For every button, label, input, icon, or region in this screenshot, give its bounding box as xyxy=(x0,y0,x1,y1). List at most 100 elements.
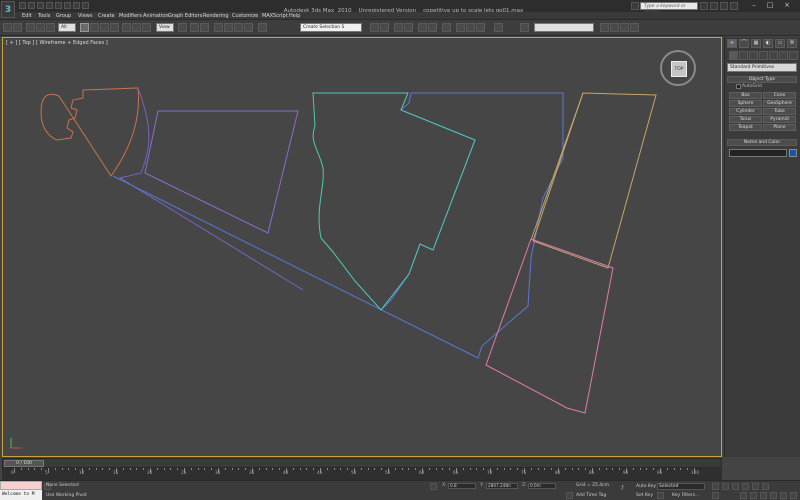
go-to-start-icon[interactable] xyxy=(712,483,719,490)
menu-modifiers[interactable]: Modifiers xyxy=(119,13,142,19)
viewcube[interactable]: TOP xyxy=(660,50,696,86)
object-type-rollout[interactable]: Object Type xyxy=(727,76,797,83)
rectangular-selection-icon[interactable] xyxy=(100,23,109,32)
zoom-icon[interactable] xyxy=(740,492,747,499)
menu-tools[interactable]: Tools xyxy=(38,13,50,19)
maxscript-listener-pink[interactable] xyxy=(0,481,42,490)
select-rotate-icon[interactable] xyxy=(132,23,141,32)
plane-button[interactable]: Plane xyxy=(763,124,796,131)
cameras-icon[interactable] xyxy=(759,51,768,60)
key-mode-toggle-icon[interactable] xyxy=(762,483,769,490)
select-move-icon[interactable] xyxy=(122,23,131,32)
keyboard-shortcut-override-icon[interactable] xyxy=(200,23,209,32)
pivot-center-icon[interactable] xyxy=(178,23,187,32)
key-icon[interactable]: ⚷ xyxy=(620,485,630,491)
menu-rendering[interactable]: Rendering xyxy=(203,13,229,19)
subscription-icon[interactable] xyxy=(710,2,718,10)
link-icon[interactable] xyxy=(26,23,35,32)
menu-group[interactable]: Group xyxy=(56,13,71,19)
shape-orange-curved[interactable] xyxy=(40,87,140,177)
spacewarps-icon[interactable] xyxy=(779,51,788,60)
shape-tan-divider[interactable] xyxy=(530,92,584,241)
previous-frame-icon[interactable] xyxy=(722,483,729,490)
shape-blue-right[interactable] xyxy=(112,92,564,359)
z-coordinate-field[interactable]: 0.0m xyxy=(528,483,556,489)
angle-snap-icon[interactable] xyxy=(224,23,233,32)
hierarchy-tab[interactable]: ▦ xyxy=(751,39,761,48)
set-key-icon[interactable] xyxy=(657,492,664,499)
material-editor-icon[interactable] xyxy=(442,23,451,32)
display-tab[interactable]: ▭ xyxy=(775,39,785,48)
utilities-tab[interactable]: ⚒ xyxy=(787,39,797,48)
select-scale-icon[interactable] xyxy=(142,23,151,32)
menu-create[interactable]: Create xyxy=(98,13,115,19)
sphere-button[interactable]: Sphere xyxy=(729,100,762,107)
x-coordinate-field[interactable]: 0.8 xyxy=(448,483,476,489)
menu-maxscript[interactable]: MAXScript xyxy=(262,13,288,19)
layer-new-icon[interactable] xyxy=(600,23,609,32)
spinner-snap-icon[interactable] xyxy=(244,23,253,32)
selection-filter-dropdown[interactable]: All xyxy=(58,23,76,32)
zoom-all-icon[interactable] xyxy=(750,492,757,499)
torus-button[interactable]: Torus xyxy=(729,116,762,123)
binoculars-icon[interactable] xyxy=(700,2,708,10)
shape-purple-lower[interactable] xyxy=(118,87,304,291)
time-slider[interactable]: 0 / 100 xyxy=(2,458,722,468)
time-tag-icon[interactable] xyxy=(566,492,573,499)
shapes-icon[interactable] xyxy=(739,51,748,60)
lights-icon[interactable] xyxy=(749,51,758,60)
layer-dropdown[interactable] xyxy=(534,23,594,32)
render-setup-icon[interactable] xyxy=(456,23,465,32)
shape-teal-center[interactable] xyxy=(312,92,476,311)
layer-set-current-icon[interactable] xyxy=(630,23,639,32)
orbit-icon[interactable] xyxy=(790,492,797,499)
viewport-top[interactable]: [ + ] [ Top ] [ Wireframe + Edged Faces … xyxy=(2,37,722,457)
search-arrow-icon[interactable] xyxy=(631,2,639,10)
auto-key-button[interactable]: Auto Key xyxy=(636,484,656,489)
select-by-name-icon[interactable] xyxy=(90,23,99,32)
unlink-icon[interactable] xyxy=(36,23,45,32)
play-icon[interactable] xyxy=(732,483,739,490)
cylinder-button[interactable]: Cylinder xyxy=(729,108,762,115)
graphite-ribbon-icon[interactable] xyxy=(404,23,413,32)
close-button[interactable]: × xyxy=(781,1,793,10)
menu-edit[interactable]: Edit xyxy=(22,13,32,19)
go-to-end-icon[interactable] xyxy=(752,483,759,490)
viewcube-top-face[interactable]: TOP xyxy=(671,61,687,77)
autogrid-checkbox[interactable] xyxy=(736,84,741,89)
menu-views[interactable]: Views xyxy=(78,13,92,19)
time-config-icon[interactable] xyxy=(712,492,719,499)
percent-snap-icon[interactable] xyxy=(234,23,243,32)
object-name-field[interactable] xyxy=(729,149,787,157)
modify-tab[interactable]: ⌒ xyxy=(739,39,749,48)
help-icon[interactable] xyxy=(730,2,738,10)
tube-button[interactable]: Tube xyxy=(763,108,796,115)
snaps-toggle-icon[interactable] xyxy=(214,23,223,32)
align-icon[interactable] xyxy=(380,23,389,32)
minimize-button[interactable]: – xyxy=(748,1,760,10)
favorites-star-icon[interactable] xyxy=(720,2,728,10)
pan-icon[interactable] xyxy=(780,492,787,499)
pyramid-button[interactable]: Pyramid xyxy=(763,116,796,123)
reference-coordinate-dropdown[interactable]: View xyxy=(156,23,174,32)
app-logo-icon[interactable]: 3 xyxy=(1,1,15,18)
render-production-icon[interactable] xyxy=(476,23,485,32)
maxscript-mini-listener[interactable]: Welcome to M xyxy=(0,490,42,500)
create-tab[interactable]: + xyxy=(727,39,737,48)
geosphere-button[interactable]: GeoSphere xyxy=(763,100,796,107)
layer-add-selection-icon[interactable] xyxy=(610,23,619,32)
select-manipulate-icon[interactable] xyxy=(190,23,199,32)
menu-help[interactable]: Help xyxy=(289,13,300,19)
zoom-extents-icon[interactable] xyxy=(760,492,767,499)
mirror-icon[interactable] xyxy=(370,23,379,32)
primitive-type-dropdown[interactable]: Standard Primitives xyxy=(727,63,797,72)
name-color-rollout[interactable]: Name and Color xyxy=(727,139,797,146)
geometry-icon[interactable] xyxy=(729,51,738,60)
absolute-mode-icon[interactable] xyxy=(430,483,437,490)
menu-customize[interactable]: Customize xyxy=(232,13,258,19)
redo-icon[interactable] xyxy=(13,23,22,32)
field-of-view-icon[interactable] xyxy=(770,492,777,499)
curve-editor-icon[interactable] xyxy=(418,23,427,32)
select-object-icon[interactable] xyxy=(80,23,89,32)
search-input[interactable]: Type a keyword or phrase xyxy=(640,2,698,14)
